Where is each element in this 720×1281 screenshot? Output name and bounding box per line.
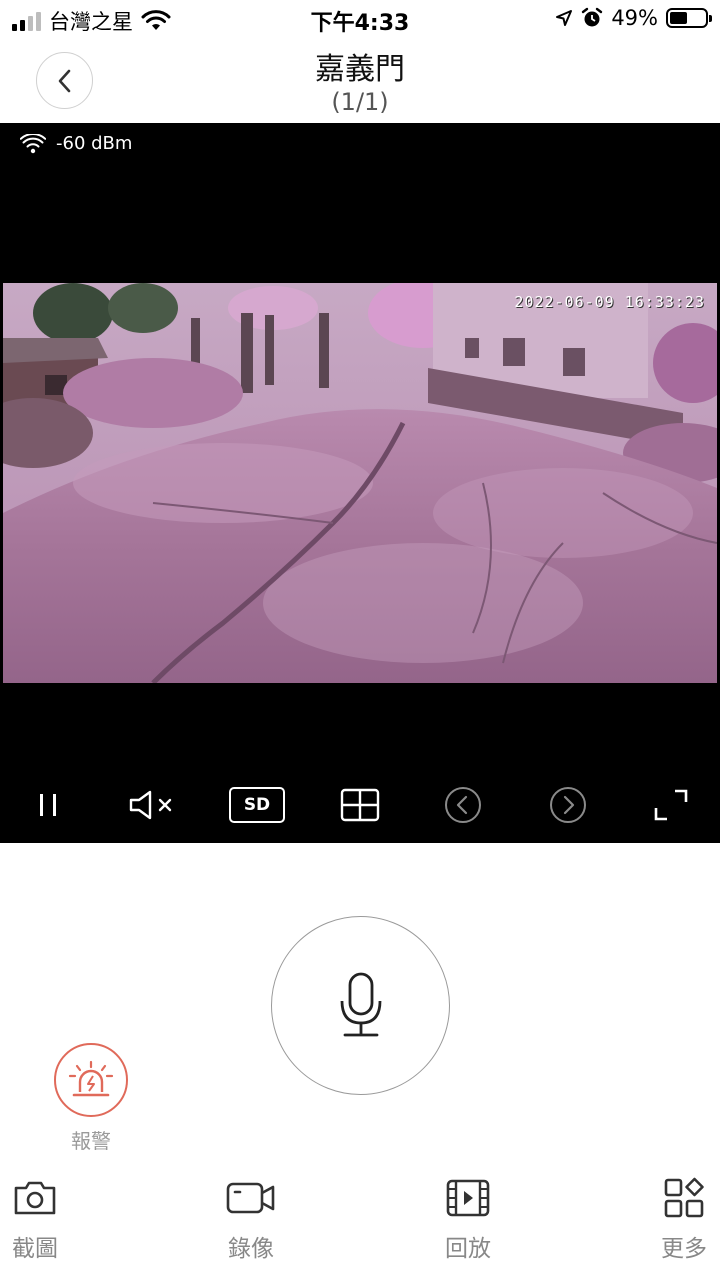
live-view-screen: 台灣之星 下午4:33 49% 嘉義門 (1/1) -60 dBm 2022-0… — [0, 0, 720, 1281]
more-button[interactable]: 更多 — [644, 1175, 720, 1263]
battery-fill — [670, 12, 687, 24]
quality-label: SD — [229, 787, 285, 823]
microphone-icon — [340, 972, 381, 1036]
screenshot-button[interactable]: 截圖 — [0, 1175, 75, 1263]
grid-layout-icon — [340, 788, 380, 822]
screenshot-label: 截圖 — [12, 1236, 58, 1262]
wifi-signal-readout: -60 dBm — [20, 133, 132, 154]
talk-microphone-button[interactable] — [271, 916, 450, 1095]
more-apps-icon — [664, 1177, 704, 1218]
bottom-toolbar: 截圖 錄像 回放 更多 — [0, 1175, 720, 1275]
mute-button[interactable] — [127, 783, 177, 827]
video-player[interactable]: -60 dBm 2022-06-09 16:33:23 SD — [0, 123, 720, 843]
video-camera-icon — [226, 1182, 275, 1214]
playback-button[interactable]: 回放 — [428, 1175, 508, 1263]
camera-counter: (1/1) — [331, 88, 389, 116]
wifi-dbm-value: -60 dBm — [56, 133, 133, 154]
next-camera-button[interactable] — [543, 783, 593, 827]
record-button[interactable]: 錄像 — [211, 1175, 291, 1263]
camera-icon — [14, 1181, 56, 1215]
camera-feed[interactable]: 2022-06-09 16:33:23 — [3, 283, 717, 683]
fullscreen-button[interactable] — [646, 783, 696, 827]
status-bar: 台灣之星 下午4:33 49% — [0, 0, 720, 40]
prev-camera-button[interactable] — [438, 783, 488, 827]
status-right: 49% — [555, 6, 712, 30]
quality-toggle-button[interactable]: SD — [228, 783, 286, 827]
video-controls: SD — [0, 783, 720, 827]
battery-percent: 49% — [611, 6, 658, 30]
pause-button[interactable] — [23, 783, 73, 827]
alarm-label: 報警 — [71, 1129, 111, 1153]
alarm-button[interactable]: 報警 — [54, 1043, 128, 1154]
playback-film-icon — [446, 1179, 490, 1217]
siren-icon — [68, 1060, 114, 1097]
battery-icon — [666, 8, 712, 28]
page-title: 嘉義門 — [315, 52, 405, 87]
alarm-clock-icon — [582, 7, 603, 27]
record-label: 錄像 — [228, 1236, 274, 1262]
grid-layout-button[interactable] — [335, 783, 385, 827]
video-timestamp: 2022-06-09 16:33:23 — [514, 293, 705, 311]
more-label: 更多 — [661, 1236, 707, 1262]
next-circle-icon — [550, 787, 586, 823]
prev-circle-icon — [445, 787, 481, 823]
speaker-muted-icon — [129, 790, 172, 820]
location-arrow-icon — [556, 10, 573, 26]
alarm-circle — [54, 1043, 128, 1117]
playback-label: 回放 — [445, 1236, 491, 1262]
fullscreen-icon — [654, 789, 688, 821]
pause-icon — [40, 794, 56, 816]
wifi-icon — [20, 133, 46, 153]
camera-feed-image — [3, 283, 717, 683]
